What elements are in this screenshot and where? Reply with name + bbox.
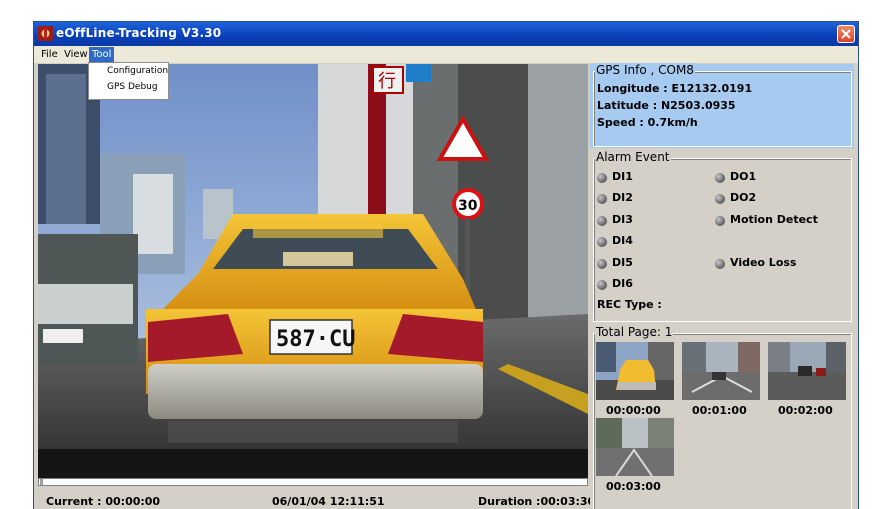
menu-tool[interactable]: Tool [89, 47, 115, 62]
motion-detect-label: Motion Detect [730, 213, 818, 226]
di5-indicator-icon [597, 259, 607, 269]
speed-limit-sign: 30 [458, 198, 478, 214]
di4-label: DI4 [612, 234, 633, 247]
thumbnail-4[interactable] [596, 418, 674, 476]
di2-indicator-icon [597, 194, 607, 204]
thumbnail-2-image [682, 342, 760, 400]
menu-file[interactable]: File [38, 47, 61, 62]
menu-bar: File View Tool [34, 46, 858, 63]
video-frame[interactable]: 行 30 587·CU [38, 64, 588, 478]
tool-dropdown-menu: Configuration GPS Debug [88, 62, 169, 100]
close-button[interactable] [837, 25, 855, 43]
current-time: Current : 00:00:00 [46, 495, 161, 508]
di6-indicator-icon [597, 280, 607, 290]
thumbnail-2-time: 00:01:00 [692, 404, 747, 417]
building-sign-text: 行 [378, 71, 396, 92]
thumbnail-1-time: 00:00:00 [606, 404, 661, 417]
gps-info-panel: GPS Info , COM8 Longitude : E12132.0191 … [590, 63, 854, 148]
gps-longitude: Longitude : E12132.0191 [597, 82, 753, 95]
gps-speed: Speed : 0.7km/h [597, 116, 698, 129]
do2-label: DO2 [730, 191, 757, 204]
alarm-event-panel: Alarm Event DI1 DI2 DI3 DI4 DI5 DI6 DO1 … [590, 150, 854, 323]
thumbnail-panel: Total Page: 1 00:00:00 00:01:00 00:02:00… [590, 325, 854, 509]
dashcam-image: 行 30 587·CU [38, 64, 588, 478]
total-page-label: Total Page: 1 [595, 325, 674, 339]
thumbnail-3-image [768, 342, 846, 400]
license-plate: 587·CU [276, 327, 355, 352]
rec-type-label: REC Type : [597, 298, 662, 311]
di3-label: DI3 [612, 213, 633, 226]
gps-title: GPS Info , COM8 [595, 63, 695, 77]
thumbnail-2[interactable] [682, 342, 760, 400]
app-icon [38, 26, 53, 41]
do1-label: DO1 [730, 170, 757, 183]
status-bar: Current : 00:00:00 06/01/04 12:11:51 Dur… [38, 490, 595, 509]
alarm-title: Alarm Event [595, 150, 671, 164]
di4-indicator-icon [597, 237, 607, 247]
close-icon [841, 29, 851, 39]
do1-indicator-icon [715, 173, 725, 183]
thumbnail-4-image [596, 418, 674, 476]
menu-configuration[interactable]: Configuration [107, 66, 168, 76]
video-loss-label: Video Loss [730, 256, 797, 269]
di1-label: DI1 [612, 170, 633, 183]
di2-label: DI2 [612, 191, 633, 204]
do2-indicator-icon [715, 194, 725, 204]
thumbnail-3-time: 00:02:00 [778, 404, 833, 417]
menu-view[interactable]: View [61, 47, 91, 62]
playback-seekbar[interactable] [38, 478, 588, 486]
thumbnail-4-time: 00:03:00 [606, 480, 661, 493]
gps-latitude: Latitude : N2503.0935 [597, 99, 736, 112]
di1-indicator-icon [597, 173, 607, 183]
thumbnail-1-image [596, 342, 674, 400]
duration: Duration :00:03:30 [478, 495, 596, 508]
seek-thumb[interactable] [40, 479, 43, 485]
window-title: eOffLine-Tracking V3.30 [56, 26, 222, 40]
recording-timestamp: 06/01/04 12:11:51 [272, 495, 385, 508]
di6-label: DI6 [612, 277, 633, 290]
video-loss-indicator-icon [715, 259, 725, 269]
thumbnail-1[interactable] [596, 342, 674, 400]
title-bar[interactable]: eOffLine-Tracking V3.30 [34, 22, 858, 46]
motion-detect-indicator-icon [715, 216, 725, 226]
di3-indicator-icon [597, 216, 607, 226]
thumbnail-3[interactable] [768, 342, 846, 400]
menu-gps-debug[interactable]: GPS Debug [107, 82, 158, 92]
di5-label: DI5 [612, 256, 633, 269]
